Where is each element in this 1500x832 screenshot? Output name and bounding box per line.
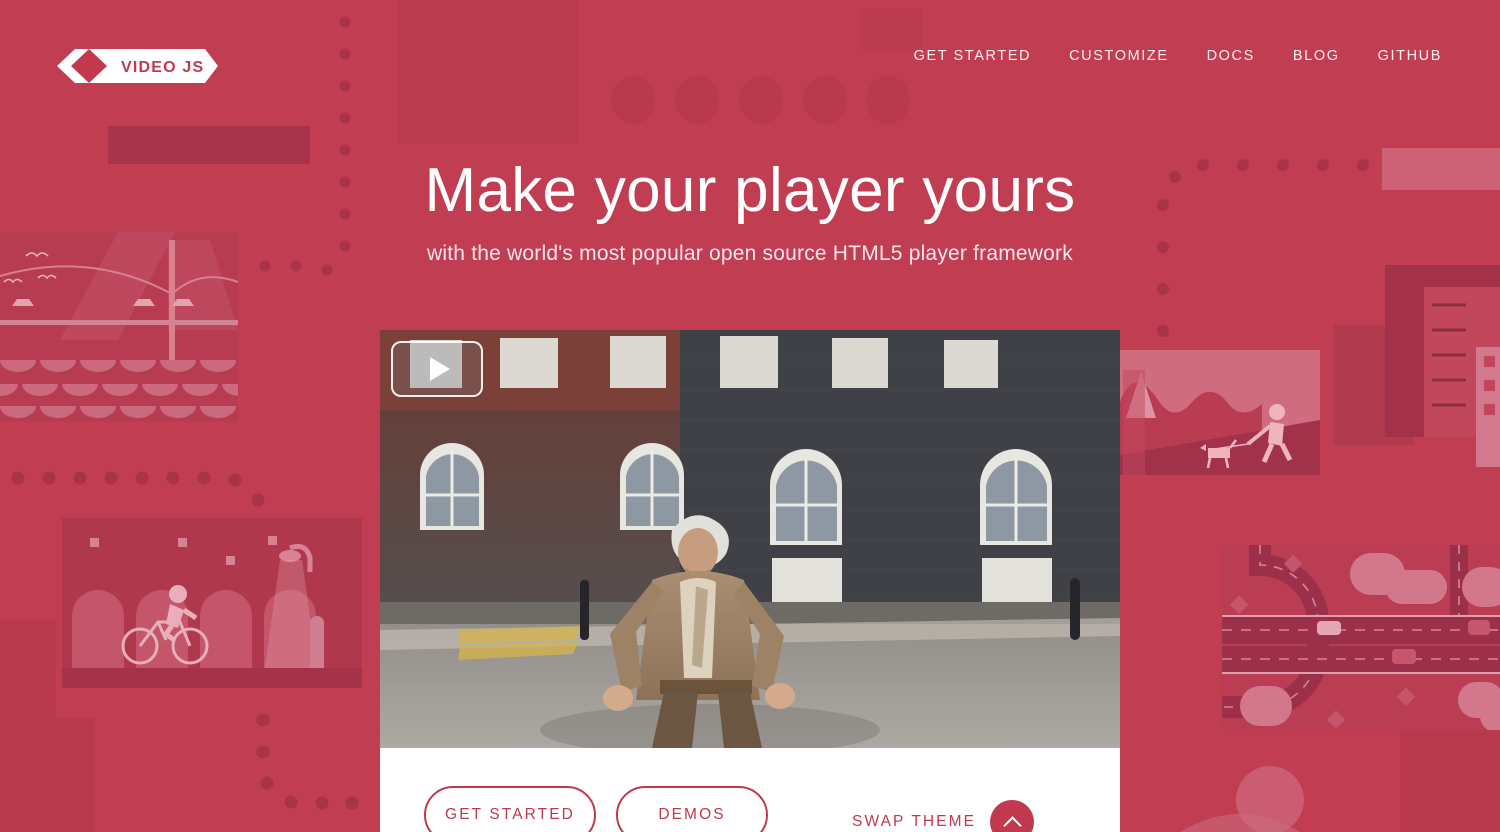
action-panel: GET STARTED DEMOS SWAP THEME xyxy=(380,748,1120,832)
video-poster xyxy=(380,330,1120,748)
nav-item-customize[interactable]: CUSTOMIZE xyxy=(1069,48,1169,64)
main-navigation: GET STARTED CUSTOMIZE DOCS BLOG GITHUB xyxy=(914,48,1442,64)
hero-subtitle: with the world's most popular open sourc… xyxy=(427,242,1073,266)
nav-item-blog[interactable]: BLOG xyxy=(1293,48,1340,64)
logo-text: VIDEO JS xyxy=(121,59,204,76)
nav-item-docs[interactable]: DOCS xyxy=(1207,48,1255,64)
nav-item-get-started[interactable]: GET STARTED xyxy=(914,48,1032,64)
nav-item-github[interactable]: GITHUB xyxy=(1378,48,1442,64)
videojs-logo[interactable]: VIDEO JS xyxy=(55,47,220,85)
demos-button[interactable]: DEMOS xyxy=(616,786,768,832)
swap-theme-toggle-button[interactable] xyxy=(990,800,1035,832)
videojs-logo-icon: VIDEO JS xyxy=(57,49,218,83)
video-player[interactable] xyxy=(380,330,1120,748)
chevron-up-icon xyxy=(1005,815,1020,830)
swap-theme-control[interactable]: SWAP THEME xyxy=(852,800,1035,832)
page-title: Make your player yours xyxy=(424,156,1076,225)
hero-section: Make your player yours with the world's … xyxy=(0,155,1500,266)
play-triangle-icon xyxy=(429,357,450,381)
get-started-button[interactable]: GET STARTED xyxy=(424,786,596,832)
swap-theme-label: SWAP THEME xyxy=(852,813,977,830)
big-play-button[interactable] xyxy=(391,341,483,397)
site-header: VIDEO JS GET STARTED CUSTOMIZE DOCS BLOG… xyxy=(0,0,1500,120)
